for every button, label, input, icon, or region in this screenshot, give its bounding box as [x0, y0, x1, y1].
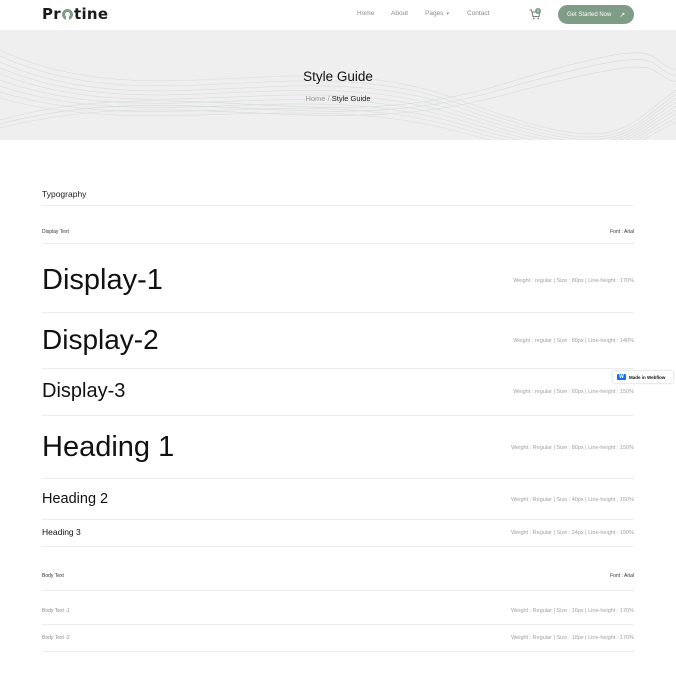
page-hero: Style Guide Home / Style Guide	[0, 30, 676, 140]
display-font-label: Font : Arial	[610, 229, 634, 235]
logo-o-icon	[62, 9, 73, 20]
made-in-webflow-badge[interactable]: W Made in Webflow	[613, 371, 673, 383]
divider	[42, 546, 634, 547]
heading-1-sample: Heading 1	[42, 431, 175, 463]
page-title: Style Guide	[303, 69, 373, 84]
get-started-label: Get Started Now	[567, 11, 612, 18]
divider	[42, 415, 634, 416]
body-text-1-sample: Body Text -1	[42, 608, 70, 614]
top-navbar: Pr tine Home About Pages ▾ Contact 0 Get …	[0, 0, 676, 30]
made-in-webflow-label: Made in Webflow	[629, 374, 666, 380]
heading-1-spec: Weight : Regular | Size : 80px | Line-he…	[511, 445, 634, 451]
nav-item-contact[interactable]: Contact	[467, 10, 489, 17]
divider	[42, 519, 634, 520]
webflow-icon: W	[617, 374, 626, 380]
display-3-spec: Weight : regular | Size : 60px | Line-he…	[513, 389, 634, 395]
divider	[42, 590, 634, 591]
display-3-sample: Display-3	[42, 380, 126, 402]
body-text-1-spec: Weight : Regular | Size : 16px | Line-he…	[511, 608, 634, 614]
arrow-up-right-icon: ↗	[619, 11, 626, 19]
nav-item-about[interactable]: About	[391, 10, 408, 17]
display-text-label: Display Text	[42, 229, 69, 235]
body-text-2-sample: Body Text -2	[42, 635, 70, 641]
divider	[42, 312, 634, 313]
display-2-sample: Display-2	[42, 324, 159, 355]
heading-3-sample: Heading 3	[42, 527, 81, 537]
divider	[42, 478, 634, 479]
logo-text-prefix: Pr	[42, 5, 61, 23]
brand-logo[interactable]: Pr tine	[42, 5, 108, 23]
get-started-button[interactable]: Get Started Now ↗	[558, 5, 634, 24]
nav-item-about-label: About	[391, 10, 408, 17]
body-font-label: Font : Arial	[610, 573, 634, 579]
divider	[42, 243, 634, 244]
logo-text-suffix: tine	[74, 5, 109, 23]
nav-item-pages-label: Pages	[425, 10, 444, 17]
breadcrumb: Home / Style Guide	[0, 94, 676, 103]
body-text-label: Body Text	[42, 573, 64, 579]
section-title-typography: Typography	[42, 189, 87, 199]
nav-item-contact-label: Contact	[467, 10, 490, 17]
divider	[42, 624, 634, 625]
divider	[42, 368, 634, 369]
body-text-2-spec: Weight : Regular | Size : 18px | Line-he…	[511, 635, 634, 641]
breadcrumb-current: Style Guide	[331, 94, 371, 103]
hero-wave-decoration	[0, 49, 676, 140]
nav-item-pages[interactable]: Pages ▾	[425, 10, 449, 17]
display-2-spec: Weight : regular | Size : 80px | Line-he…	[513, 338, 634, 344]
caret-down-icon: ▾	[446, 10, 449, 17]
divider	[42, 205, 634, 206]
nav-item-home-label: Home	[357, 10, 375, 17]
display-1-sample: Display-1	[42, 264, 163, 296]
cart-count-badge: 0	[535, 8, 541, 14]
breadcrumb-home-link[interactable]: Home	[305, 94, 325, 103]
nav-item-home[interactable]: Home	[357, 10, 374, 17]
heading-2-spec: Weight : Regular | Size : 40px | Line-he…	[511, 497, 634, 503]
heading-2-sample: Heading 2	[42, 491, 109, 507]
divider	[42, 651, 634, 652]
heading-3-spec: Weight : Regular | Size : 24px | Line-he…	[511, 530, 634, 536]
display-1-spec: Weight : regular | Size : 80px | Line-he…	[513, 278, 634, 284]
